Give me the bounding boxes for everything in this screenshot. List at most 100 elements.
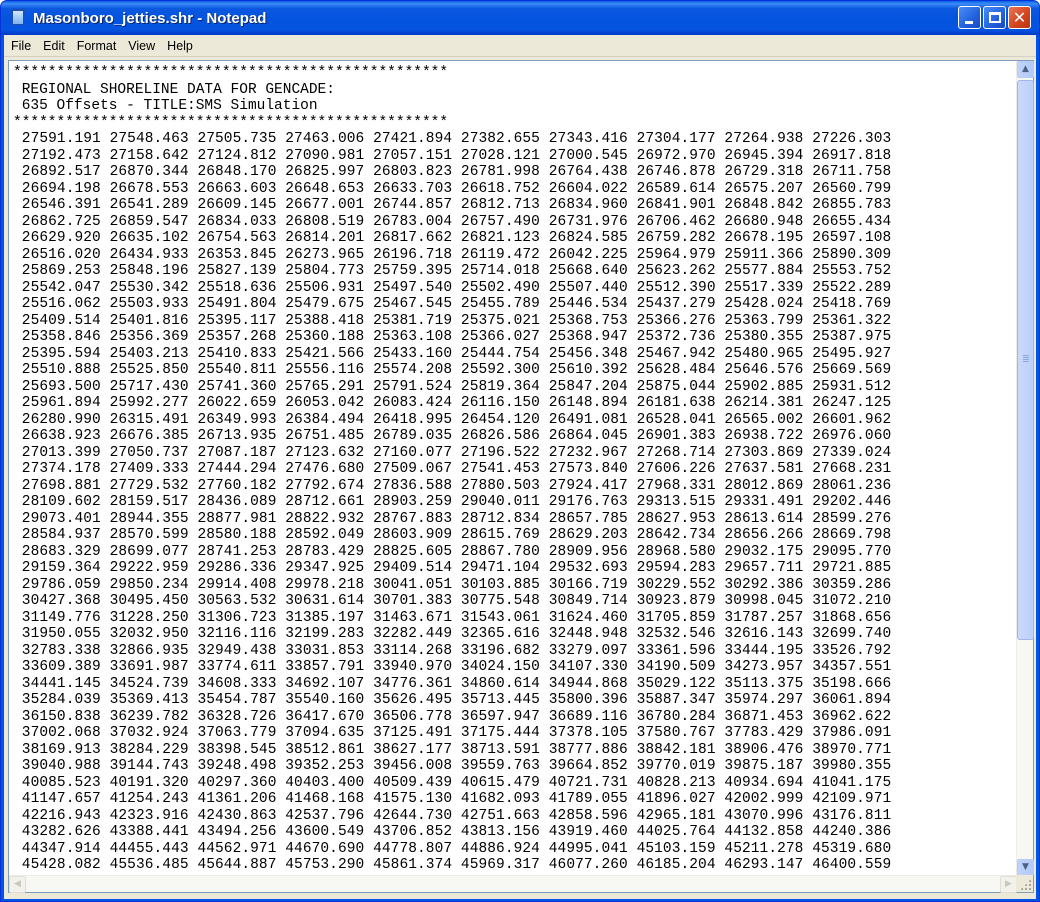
menu-file[interactable]: File [4,36,37,56]
data-value: 37063.779 [188,725,277,741]
data-value: 25506.931 [276,279,365,296]
data-value: 28584.937 [13,527,101,543]
title-bar[interactable]: Masonboro_jetties.shr - Notepad ✕ [1,1,1039,35]
scroll-thumb[interactable] [1017,80,1034,640]
text-content[interactable]: ****************************************… [9,61,1017,876]
data-value: 26859.547 [100,213,189,230]
data-value: 28436.089 [188,494,277,510]
data-value: 25421.566 [276,345,365,362]
data-value: 38627.177 [364,741,453,758]
data-value: 43282.626 [13,824,101,840]
data-value: 39352.253 [276,758,365,774]
data-value: 25869.253 [13,263,101,279]
scroll-up-button[interactable]: ▲ [1017,61,1034,78]
data-value: 25363.799 [715,312,804,329]
data-value: 26783.004 [364,213,453,230]
data-value: 30923.879 [627,593,716,609]
data-value: 34441.145 [13,675,101,692]
data-value: 25931.512 [803,378,892,395]
data-value: 30103.885 [452,576,540,593]
window-title: Masonboro_jetties.shr - Notepad [33,9,267,27]
data-value: 26648.653 [276,180,365,197]
data-value: 28822.932 [276,510,365,527]
menu-format[interactable]: Format [71,36,123,56]
data-value: 30292.386 [715,576,804,593]
data-value: 29313.515 [627,494,716,510]
data-value: 27124.812 [188,147,277,164]
vertical-scrollbar[interactable]: ▲ ▼ [1016,61,1034,876]
data-value: 29095.770 [803,543,892,560]
data-value: 29914.408 [188,576,277,593]
minimize-icon [965,21,973,24]
resize-grip[interactable] [1016,875,1033,892]
data-value: 26349.993 [188,411,277,428]
menu-help[interactable]: Help [161,36,199,56]
data-value: 42430.863 [188,807,277,824]
data-row: 25542.047 25530.342 25518.636 25506.931 … [13,280,1017,297]
data-value: 39559.763 [452,758,540,774]
data-value: 25502.490 [452,279,540,296]
data-value: 43919.460 [539,824,628,840]
data-value: 28877.981 [188,510,277,527]
data-value: 26565.002 [715,411,804,428]
data-value: 26148.894 [539,395,628,411]
data-value: 25361.322 [803,312,892,329]
data-row: 28584.937 28570.599 28580.188 28592.049 … [13,527,1017,544]
data-value: 26757.490 [452,213,540,230]
data-value: 26083.424 [364,395,453,411]
data-value: 25358.846 [13,329,101,345]
data-value: 26280.990 [13,411,101,428]
data-value: 27968.331 [627,477,716,494]
data-value: 42216.943 [13,807,101,824]
data-value: 26181.638 [627,395,716,411]
data-value: 27000.545 [539,147,628,164]
data-value: 35626.495 [364,692,453,708]
text-editor[interactable]: ****************************************… [8,60,1034,893]
data-value: 26803.823 [364,164,453,180]
data-value: 46400.559 [803,857,892,873]
data-value: 44778.807 [364,840,453,857]
notepad-icon[interactable] [10,9,26,27]
close-button[interactable]: ✕ [1008,6,1031,29]
data-value: 42109.971 [803,791,892,807]
data-value: 31149.776 [13,609,101,626]
data-row: 25961.894 25992.277 26022.659 26053.042 … [13,395,1017,412]
data-value: 25388.418 [276,312,365,329]
data-value: 25517.339 [715,279,804,296]
data-value: 26418.995 [364,411,453,428]
maximize-button[interactable] [983,6,1006,29]
data-value: 39144.743 [100,758,189,774]
data-value: 40934.694 [715,774,804,791]
data-value: 25911.366 [715,246,804,263]
data-value: 27836.588 [364,477,453,494]
data-value: 40297.360 [188,774,277,791]
data-row: 27013.399 27050.737 27087.187 27123.632 … [13,445,1017,462]
data-value: 27591.191 [13,131,101,147]
data-value: 44562.971 [188,840,277,857]
data-value: 44455.443 [100,840,189,857]
data-value: 33940.970 [364,659,453,675]
data-value: 38284.229 [100,741,189,758]
scroll-right-button[interactable]: ▶ [1000,876,1017,893]
data-value: 33857.791 [276,659,365,675]
data-row: 26638.923 26676.385 26713.935 26751.485 … [13,428,1017,445]
data-value: 39456.008 [364,758,453,774]
minimize-button[interactable] [958,6,981,29]
data-value: 44240.386 [803,824,892,840]
data-value: 45753.290 [276,857,365,873]
data-value: 26601.962 [803,411,892,428]
data-value: 33691.987 [100,659,189,675]
data-value: 30631.614 [276,593,365,609]
data-value: 25518.636 [188,279,277,296]
horizontal-scrollbar[interactable]: ◀ ▶ [9,875,1017,893]
data-value: 25491.804 [188,296,277,312]
data-value: 29409.514 [364,560,453,576]
menu-view[interactable]: View [122,36,161,56]
header-line: ****************************************… [13,65,449,81]
scroll-down-button[interactable]: ▼ [1017,859,1034,876]
data-rows: 27591.191 27548.463 27505.735 27463.006 … [13,131,1017,876]
data-value: 30166.719 [539,576,628,593]
scroll-left-button[interactable]: ◀ [9,876,26,893]
menu-edit[interactable]: Edit [37,36,71,56]
data-value: 28669.798 [803,527,892,543]
